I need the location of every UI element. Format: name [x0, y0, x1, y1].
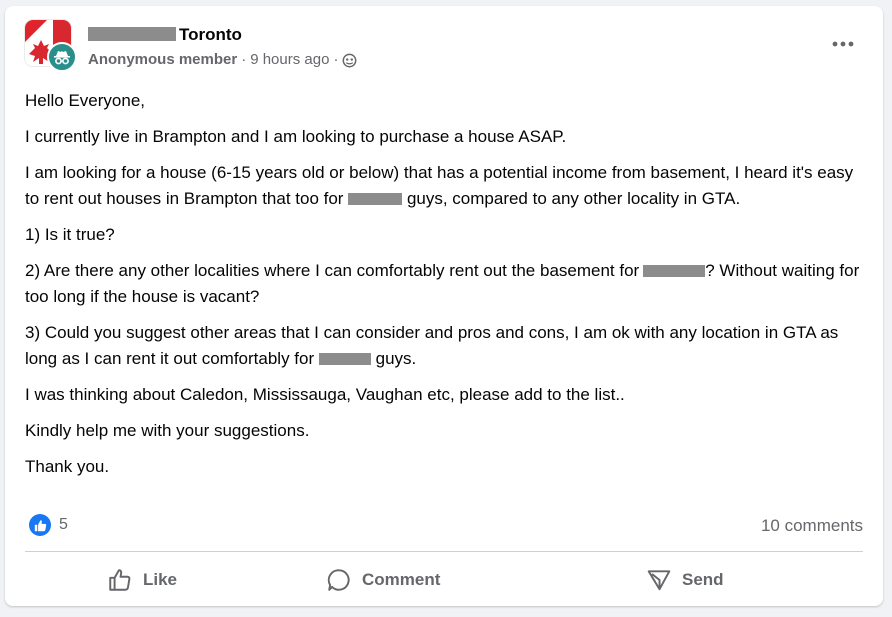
reactions-summary[interactable]: 5 — [29, 514, 68, 536]
redacted-word — [318, 352, 371, 365]
more-options-button[interactable] — [825, 32, 861, 56]
like-button-label: Like — [143, 570, 178, 589]
redacted-author-name — [88, 26, 176, 41]
post-question-3: 3) Could you suggest other areas that I … — [25, 320, 865, 372]
post-paragraph-intro: I currently live in Brampton and I am lo… — [25, 127, 567, 146]
actions-divider — [25, 551, 863, 552]
post-actions-bar: Like Comment Send — [5, 558, 883, 602]
comments-count-link[interactable]: 10 comments — [761, 516, 863, 536]
post-header-title: Toronto — [88, 24, 242, 46]
post-text: 3) Could you suggest other areas that I … — [25, 323, 839, 368]
comment-bubble-icon — [326, 567, 362, 593]
post-avatar[interactable] — [25, 20, 77, 72]
send-button-label: Send — [682, 570, 724, 589]
post-paragraph-areas: I was thinking about Caledon, Mississaug… — [25, 385, 625, 404]
post-body: Hello Everyone, I currently live in Bram… — [25, 88, 865, 490]
post-paragraph-thanks: Thank you. — [25, 457, 110, 476]
post-question-1: 1) Is it true? — [25, 225, 115, 244]
post-card: Toronto Anonymous member · 9 hours ago ·… — [5, 6, 883, 606]
post-timestamp[interactable]: 9 hours ago — [250, 50, 329, 70]
post-paragraph-request: Kindly help me with your suggestions. — [25, 421, 310, 440]
reaction-count: 5 — [59, 516, 68, 533]
author-label[interactable]: Anonymous member — [88, 50, 237, 70]
send-button[interactable]: Send — [646, 558, 724, 602]
redacted-word — [643, 264, 706, 277]
post-paragraph-greeting: Hello Everyone, — [25, 91, 146, 110]
post-text: guys. — [375, 349, 417, 368]
more-options-icon — [832, 41, 854, 47]
meta-separator: · — [241, 51, 247, 68]
post-meta: Anonymous member · 9 hours ago · — [88, 50, 357, 70]
send-icon — [646, 567, 682, 593]
members-icon — [342, 53, 357, 68]
group-name-link[interactable]: Toronto — [179, 25, 242, 44]
like-icon — [29, 514, 51, 536]
thumbs-up-icon — [107, 567, 143, 593]
like-button[interactable]: Like — [107, 558, 177, 602]
redacted-word — [348, 192, 403, 205]
post-paragraph-house: I am looking for a house (6-15 years old… — [25, 160, 865, 212]
comment-button-label: Comment — [362, 570, 441, 589]
post-text: guys, compared to any other locality in … — [406, 189, 741, 208]
comment-button[interactable]: Comment — [326, 558, 440, 602]
post-text: 2) Are there any other localities where … — [25, 261, 640, 280]
anonymous-member-icon — [47, 42, 77, 72]
post-question-2: 2) Are there any other localities where … — [25, 258, 865, 310]
meta-separator-2: · — [333, 51, 339, 68]
